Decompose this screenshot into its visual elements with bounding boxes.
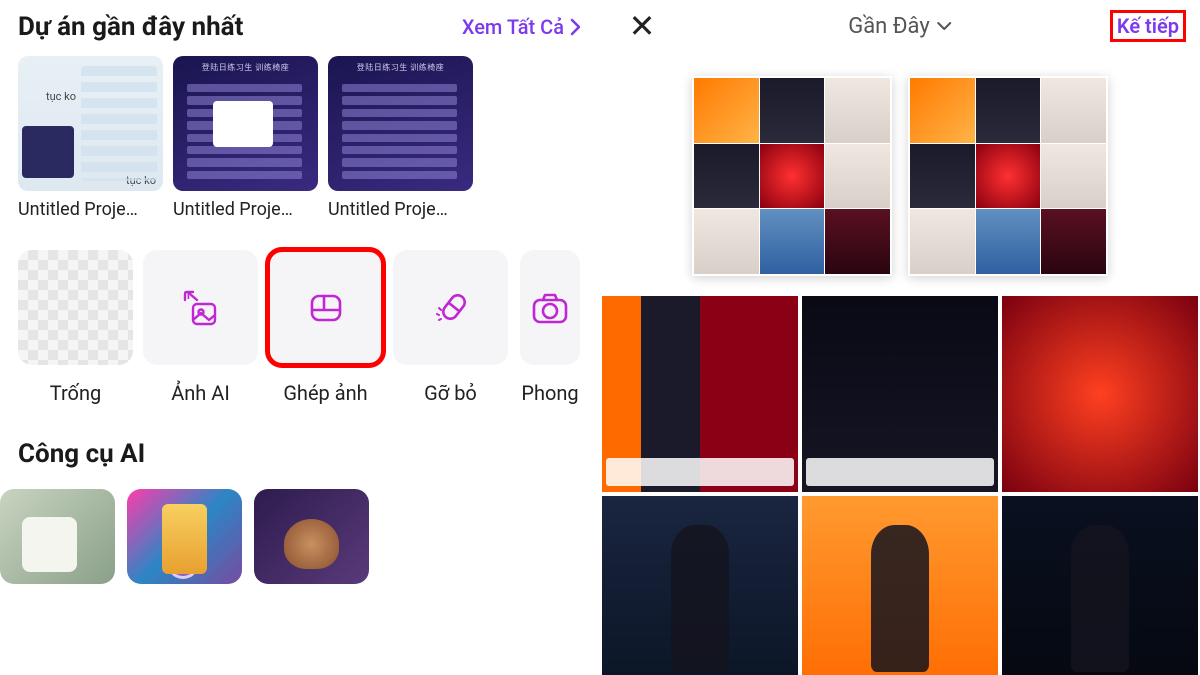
- tool-label: Ghép ảnh: [283, 381, 367, 405]
- ai-image-icon: T: [143, 250, 258, 365]
- tool-row: Trống T Ảnh AI Ghép ảnh: [18, 250, 582, 405]
- collage-icon: [268, 250, 383, 365]
- blank-icon: [18, 250, 133, 365]
- svg-text:T: T: [185, 289, 192, 302]
- tool-label: Gỡ bỏ: [424, 381, 477, 405]
- project-name: Untitled Proje…: [328, 199, 473, 220]
- chevron-down-icon: [936, 21, 952, 31]
- thumb-header: 登陆日练习生 训练椅座: [173, 62, 318, 73]
- project-card[interactable]: 登陆日练习生 训练椅座 Untitled Proje…: [328, 56, 473, 220]
- left-panel: Dự án gần đây nhất Xem Tất Cả tục ko tục…: [0, 0, 600, 675]
- next-button[interactable]: Kế tiếp: [1110, 10, 1186, 42]
- photo-item[interactable]: [602, 296, 798, 492]
- tool-label: Ảnh AI: [171, 381, 230, 405]
- tool-blank[interactable]: Trống: [18, 250, 133, 405]
- photo-item[interactable]: [602, 496, 798, 675]
- view-all-button[interactable]: Xem Tất Cả: [462, 15, 582, 39]
- photo-item[interactable]: [1002, 296, 1198, 492]
- project-card[interactable]: tục ko tục ko Untitled Proje…: [18, 56, 163, 220]
- project-thumbnail: 登陆日练习生 训练椅座: [328, 56, 473, 191]
- eraser-icon: [393, 250, 508, 365]
- ai-card-restore[interactable]: [0, 489, 115, 584]
- camera-icon: [520, 250, 580, 365]
- picker-header: ✕ Gần Đây Kế tiếp: [600, 0, 1200, 52]
- project-name: Untitled Proje…: [18, 199, 163, 220]
- tool-remove[interactable]: Gỡ bỏ: [393, 250, 508, 405]
- photo-item[interactable]: [802, 296, 998, 492]
- project-card[interactable]: 登陆日练习生 训练椅座 Untitled Proje…: [173, 56, 318, 220]
- project-name: Untitled Proje…: [173, 199, 318, 220]
- recent-dropdown[interactable]: Gần Đây: [848, 14, 952, 39]
- ai-tools-row: GIF: [18, 489, 582, 584]
- close-button[interactable]: ✕: [624, 7, 660, 45]
- tool-collage[interactable]: Ghép ảnh: [268, 250, 383, 405]
- photo-gallery[interactable]: [600, 52, 1200, 675]
- photo-grid: [600, 296, 1200, 675]
- view-all-label: Xem Tất Cả: [462, 15, 564, 39]
- thumb-text: tục ko: [46, 90, 76, 103]
- dropdown-label: Gần Đây: [848, 14, 930, 39]
- ai-card-enhance[interactable]: [127, 489, 242, 584]
- project-thumbnail: 登陆日练习生 训练椅座: [173, 56, 318, 191]
- ai-card-gif[interactable]: GIF: [254, 489, 369, 584]
- photo-item[interactable]: [802, 496, 998, 675]
- recent-projects-title: Dự án gần đây nhất: [18, 12, 243, 42]
- photo-item[interactable]: [1002, 496, 1198, 675]
- tool-label: Trống: [50, 381, 101, 405]
- gif-badge: GIF: [292, 537, 315, 552]
- thumb-header: 登陆日练习生 训练椅座: [328, 62, 473, 73]
- ai-tools-title: Công cụ AI: [18, 439, 582, 469]
- collage-item[interactable]: [692, 76, 892, 276]
- tool-style[interactable]: Phong: [518, 250, 582, 405]
- chevron-right-icon: [570, 18, 582, 36]
- right-panel: ✕ Gần Đây Kế tiếp: [600, 0, 1200, 675]
- recent-projects-header: Dự án gần đây nhất Xem Tất Cả: [18, 12, 582, 42]
- collage-previews: [600, 52, 1200, 296]
- tool-label: Phong: [521, 381, 578, 405]
- thumb-text: tục ko: [126, 174, 156, 187]
- tool-ai-image[interactable]: T Ảnh AI: [143, 250, 258, 405]
- collage-item[interactable]: [908, 76, 1108, 276]
- project-row: tục ko tục ko Untitled Proje… 登陆日练习生 训练椅…: [18, 56, 582, 220]
- project-thumbnail: tục ko tục ko: [18, 56, 163, 191]
